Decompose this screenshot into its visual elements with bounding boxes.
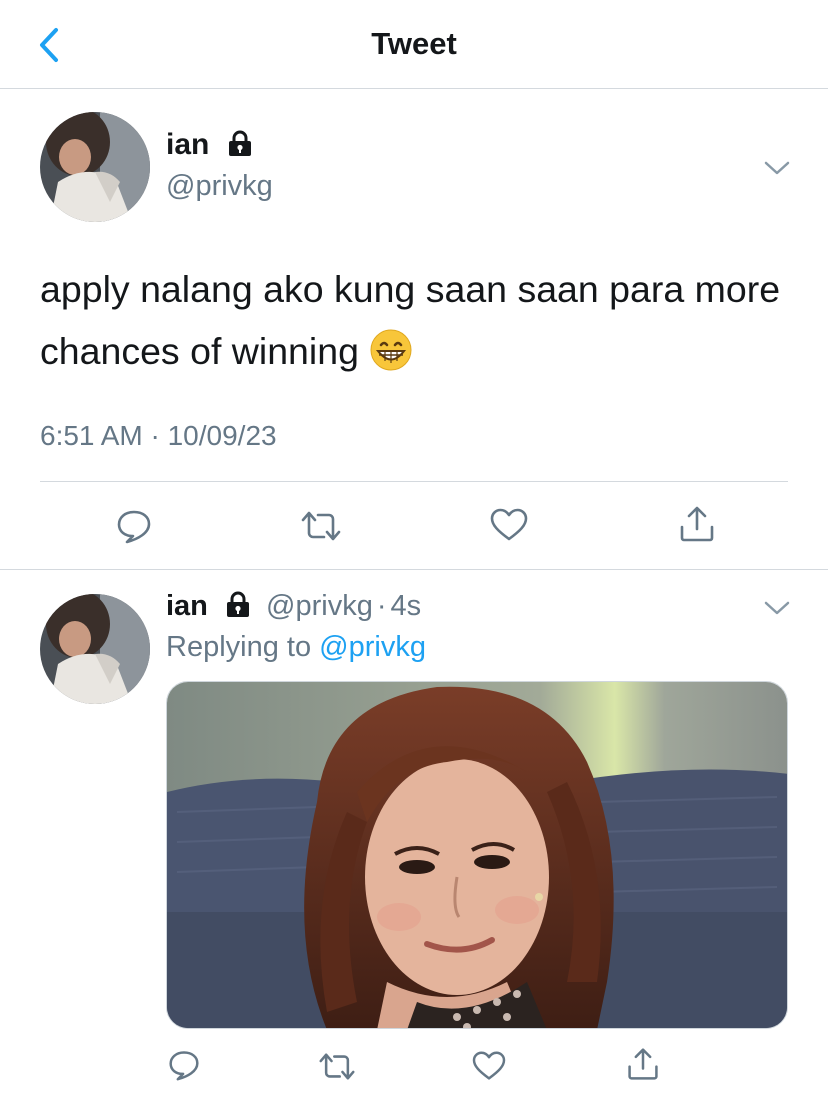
lock-icon <box>224 590 252 626</box>
reply-reply-button[interactable] <box>168 1049 200 1081</box>
reply-author-handle[interactable]: @privkg <box>266 590 373 622</box>
reply-retweet-button[interactable] <box>318 1052 356 1081</box>
author-handle[interactable]: @privkg <box>166 170 273 203</box>
replying-to: Replying to @privkg <box>166 631 426 664</box>
replying-mention-link[interactable]: @privkg <box>319 631 426 663</box>
reply-header: ian @privkg · 4s <box>166 590 421 626</box>
tweet-body: apply nalang ako kung saan saan para mor… <box>40 258 800 390</box>
retweet-button[interactable] <box>300 510 342 542</box>
separator-dot: · <box>376 590 387 622</box>
author-name[interactable]: ian <box>166 128 254 165</box>
share-icon <box>680 506 714 542</box>
reply-media-image[interactable] <box>166 681 788 1029</box>
share-button[interactable] <box>678 505 716 543</box>
reply-author-name[interactable]: ian <box>166 590 208 622</box>
reply-icon <box>117 510 151 544</box>
tweet-options-button[interactable] <box>764 160 790 176</box>
retweet-icon <box>301 511 341 541</box>
avatar[interactable] <box>40 112 150 222</box>
reply-share-button[interactable] <box>626 1047 660 1081</box>
tweet-timestamp: 6:51 AM · 10/09/23 <box>40 420 277 451</box>
reply-avatar[interactable] <box>40 594 150 704</box>
heart-icon <box>472 1051 506 1080</box>
reply-options-button[interactable] <box>764 600 790 616</box>
lock-icon <box>226 129 254 165</box>
share-icon <box>628 1048 658 1080</box>
page-title: Tweet <box>371 26 457 61</box>
section-divider <box>0 569 828 570</box>
author-name-text: ian <box>166 128 210 161</box>
chevron-down-icon <box>764 161 790 175</box>
chevron-down-icon <box>764 601 790 615</box>
divider <box>40 481 788 482</box>
top-bar: Tweet <box>0 0 828 89</box>
reply-time: 4s <box>390 590 422 622</box>
heart-icon <box>490 508 528 541</box>
retweet-icon <box>319 1053 355 1080</box>
reply-like-button[interactable] <box>472 1051 506 1081</box>
reply-icon <box>169 1051 199 1081</box>
reply-button[interactable] <box>116 508 152 544</box>
replying-label: Replying to <box>166 631 312 663</box>
like-button[interactable] <box>490 508 528 542</box>
grinning-emoji-icon <box>369 328 413 390</box>
